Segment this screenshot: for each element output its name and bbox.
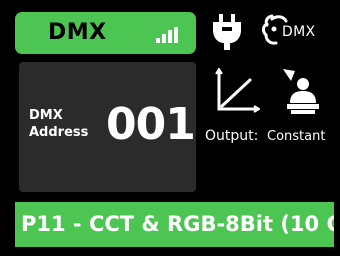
dmx-status-badge[interactable]: DMX xyxy=(15,12,196,54)
dmx-badge-label: DMX xyxy=(48,20,107,45)
address-label-line2: Address xyxy=(29,125,89,140)
rdm-dmx-icon: DMX xyxy=(262,13,328,51)
address-label-line1: DMX xyxy=(29,108,63,123)
output-value[interactable]: Constant xyxy=(267,128,325,146)
signal-strength-icon xyxy=(156,27,178,43)
rdm-label: DMX xyxy=(282,24,316,40)
output-label: Output: xyxy=(205,128,259,144)
dmx-address-panel[interactable]: DMX Address 001 xyxy=(19,62,196,192)
person-icon xyxy=(283,69,319,114)
personality-mode-bar[interactable]: P11 - CCT & RGB-8Bit (10 C xyxy=(15,202,334,247)
personality-mode-text: P11 - CCT & RGB-8Bit (10 C xyxy=(21,212,334,236)
address-label: DMX Address xyxy=(29,107,88,141)
dimming-curve-icon xyxy=(215,68,260,113)
address-value: 001 xyxy=(106,99,196,150)
power-plug-icon xyxy=(213,14,241,50)
